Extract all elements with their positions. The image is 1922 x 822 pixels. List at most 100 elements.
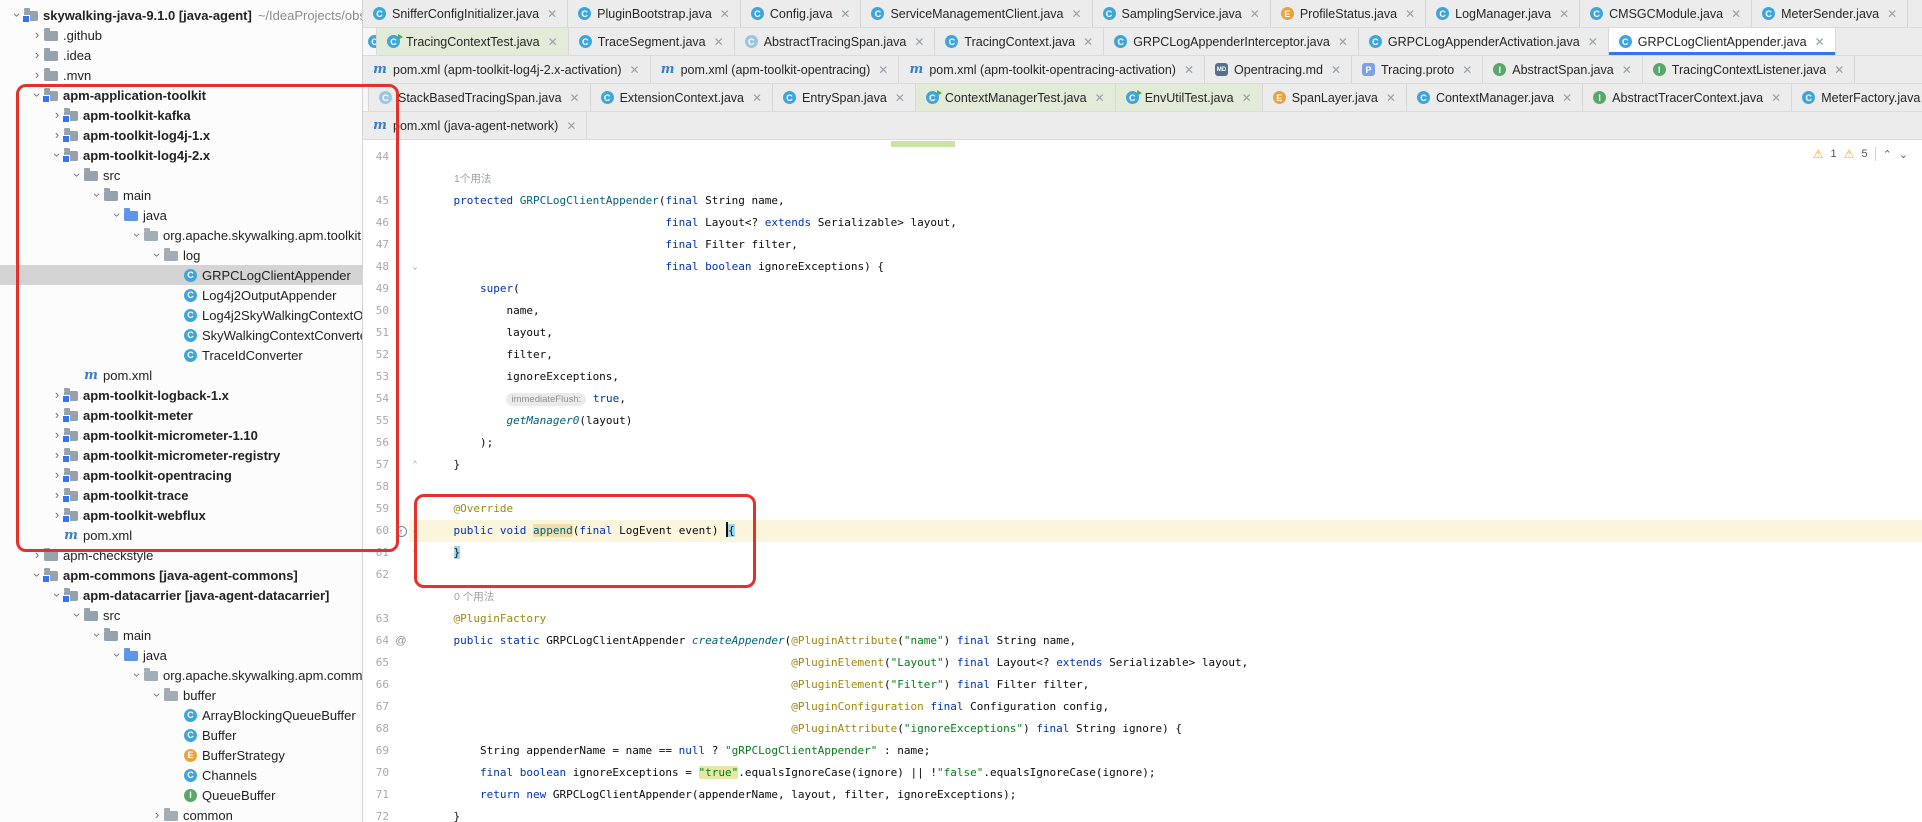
fold-marker[interactable] (409, 366, 421, 388)
tree-item[interactable]: ›apm-toolkit-log4j-2.x (0, 145, 362, 165)
editor-tab[interactable]: CSnifferConfigInitializer.java✕ (363, 0, 568, 27)
tree-item[interactable]: ›apm-datacarrier [java-agent-datacarrier… (0, 585, 362, 605)
code-line[interactable]: 69 String appenderName = name == null ? … (363, 740, 1922, 762)
close-icon[interactable]: ✕ (1462, 63, 1472, 77)
tree-item[interactable]: ›skywalking-java-9.1.0 [java-agent]~/Ide… (0, 5, 362, 25)
close-icon[interactable]: ✕ (1562, 91, 1572, 105)
fold-marker[interactable] (409, 718, 421, 740)
code-line[interactable]: 47 final Filter filter, (363, 234, 1922, 256)
fold-marker[interactable] (409, 300, 421, 322)
close-icon[interactable]: ✕ (1731, 7, 1741, 21)
tree-item[interactable]: ›src (0, 165, 362, 185)
close-icon[interactable]: ✕ (1588, 35, 1598, 49)
close-icon[interactable]: ✕ (1331, 63, 1341, 77)
close-icon[interactable]: ✕ (1887, 7, 1897, 21)
chevron-down-icon[interactable]: › (130, 228, 144, 242)
editor-tab[interactable]: mpom.xml (apm-toolkit-opentracing-activa… (899, 56, 1205, 83)
fold-marker[interactable] (409, 432, 421, 454)
fold-marker[interactable]: ⌃ (409, 542, 421, 564)
tree-item[interactable]: ›apm-toolkit-kafka (0, 105, 362, 125)
close-icon[interactable]: ✕ (840, 7, 850, 21)
fold-marker[interactable] (409, 278, 421, 300)
code-text[interactable]: public void append(final LogEvent event)… (421, 520, 1922, 542)
code-text[interactable]: @Override (421, 498, 1922, 520)
code-line[interactable]: 52 filter, (363, 344, 1922, 366)
code-line[interactable]: 65 @PluginElement("Layout") final Layout… (363, 652, 1922, 674)
tree-item[interactable]: CTraceIdConverter (0, 345, 362, 365)
editor-tab[interactable]: ITracingContextListener.java✕ (1643, 56, 1856, 83)
chevron-down-icon[interactable]: › (70, 608, 84, 622)
chevron-right-icon[interactable]: › (30, 48, 44, 62)
code-text[interactable]: @PluginAttribute("ignoreExceptions") fin… (421, 718, 1922, 740)
tree-item[interactable]: ›apm-toolkit-logback-1.x (0, 385, 362, 405)
tree-item[interactable]: ›org.apache.skywalking.apm.toolkit.log. (0, 225, 362, 245)
close-icon[interactable]: ✕ (1771, 91, 1781, 105)
code-text[interactable]: final boolean ignoreExceptions) { (421, 256, 1922, 278)
next-problem-icon[interactable]: ⌄ (1899, 148, 1908, 161)
tree-item[interactable]: CSkyWalkingContextConverter (0, 325, 362, 345)
editor-tab[interactable]: CGRPCLogClientAppender.java✕ (1609, 28, 1836, 55)
editor-tab[interactable]: CTraceSegment.java✕ (569, 28, 735, 55)
fold-marker[interactable] (409, 674, 421, 696)
tree-item[interactable]: ›apm-toolkit-micrometer-1.10 (0, 425, 362, 445)
editor-tab[interactable]: mpom.xml (apm-toolkit-opentracing)✕ (651, 56, 900, 83)
editor-tab[interactable]: MDOpentracing.md✕ (1205, 56, 1352, 83)
code-line[interactable]: 45 protected GRPCLogClientAppender(final… (363, 190, 1922, 212)
clipped-tab-stub[interactable]: C (363, 28, 377, 55)
fold-marker[interactable] (409, 696, 421, 718)
chevron-right-icon[interactable]: › (30, 68, 44, 82)
fold-marker[interactable] (409, 344, 421, 366)
chevron-down-icon[interactable]: › (110, 208, 124, 222)
editor-tab[interactable]: mpom.xml (java-agent-network)✕ (363, 112, 587, 139)
fold-marker[interactable] (409, 410, 421, 432)
tree-item[interactable]: ›main (0, 185, 362, 205)
editor-tab[interactable]: CCMSGCModule.java✕ (1580, 0, 1752, 27)
code-line[interactable]: 60↑⌄ public void append(final LogEvent e… (363, 520, 1922, 542)
code-text[interactable]: final Layout<? extends Serializable> lay… (421, 212, 1922, 234)
code-text[interactable] (421, 476, 1922, 498)
tree-item[interactable]: ›apm-toolkit-meter (0, 405, 362, 425)
tree-item[interactable]: ›common (0, 805, 362, 822)
close-icon[interactable]: ✕ (1083, 35, 1093, 49)
fold-marker[interactable] (409, 190, 421, 212)
code-text[interactable]: protected GRPCLogClientAppender(final St… (421, 190, 1922, 212)
editor-tab[interactable]: IAbstractTracerContext.java✕ (1583, 84, 1792, 111)
chevron-down-icon[interactable]: › (90, 188, 104, 202)
code-line[interactable]: 57⌃ } (363, 454, 1922, 476)
code-line[interactable]: 53 ignoreExceptions, (363, 366, 1922, 388)
tree-item[interactable]: ›.idea (0, 45, 362, 65)
code-text[interactable]: super( (421, 278, 1922, 300)
chevron-down-icon[interactable]: › (150, 248, 164, 262)
usage-inlay-row[interactable]: 0 个用法 (363, 586, 1922, 608)
chevron-down-icon[interactable]: › (110, 648, 124, 662)
fold-marker[interactable] (409, 498, 421, 520)
fold-marker[interactable] (409, 388, 421, 410)
code-line[interactable]: 62 (363, 564, 1922, 586)
tree-item[interactable]: ›apm-checkstyle (0, 545, 362, 565)
tree-item[interactable]: ›src (0, 605, 362, 625)
fold-marker[interactable] (409, 630, 421, 652)
code-line[interactable]: 44 (363, 146, 1922, 168)
code-text[interactable]: @PluginElement("Layout") final Layout<? … (421, 652, 1922, 674)
editor-tab[interactable]: CEnvUtilTest.java✕ (1116, 84, 1263, 111)
tree-item[interactable]: ›org.apache.skywalking.apm.commons. (0, 665, 362, 685)
editor-tab[interactable]: CSamplingService.java✕ (1093, 0, 1271, 27)
code-text[interactable] (421, 564, 1922, 586)
code-line[interactable]: 46 final Layout<? extends Serializable> … (363, 212, 1922, 234)
close-icon[interactable]: ✕ (720, 7, 730, 21)
code-line[interactable]: 50 name, (363, 300, 1922, 322)
tree-item[interactable]: ›java (0, 645, 362, 665)
tree-item[interactable]: CLog4j2OutputAppender (0, 285, 362, 305)
inspections-widget[interactable]: ⚠1 ⚠5 ⌃ ⌄ (1813, 147, 1908, 161)
editor-tab[interactable]: CStackBasedTracingSpan.java✕ (369, 84, 591, 111)
code-text[interactable]: layout, (421, 322, 1922, 344)
editor-tab[interactable]: CPluginBootstrap.java✕ (568, 0, 741, 27)
close-icon[interactable]: ✕ (914, 35, 924, 49)
editor-tab[interactable]: CMeterSender.java✕ (1752, 0, 1908, 27)
code-text[interactable]: final Filter filter, (421, 234, 1922, 256)
tree-item[interactable]: ›log (0, 245, 362, 265)
tree-item[interactable]: CLog4j2SkyWalkingContextOutputAp (0, 305, 362, 325)
editor-tab[interactable]: CServiceManagementClient.java✕ (861, 0, 1092, 27)
tree-item[interactable]: IQueueBuffer (0, 785, 362, 805)
tree-item[interactable]: ›.mvn (0, 65, 362, 85)
